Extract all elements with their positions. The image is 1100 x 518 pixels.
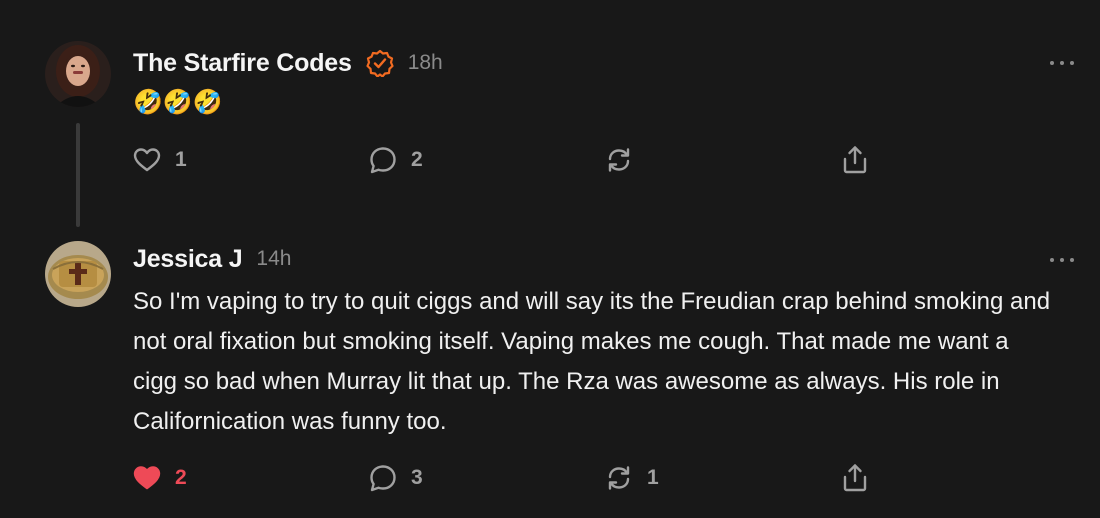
reply-count: 3 bbox=[411, 466, 423, 489]
verified-badge-icon bbox=[366, 49, 394, 78]
comment-header: The Starfire Codes 18h bbox=[133, 46, 443, 80]
share-button[interactable] bbox=[839, 462, 871, 494]
reply-button[interactable]: 2 bbox=[367, 144, 423, 176]
more-options-icon[interactable] bbox=[1050, 255, 1074, 265]
restack-button[interactable] bbox=[603, 144, 647, 176]
comment-actions: 1 2 bbox=[131, 144, 891, 176]
share-icon bbox=[843, 464, 867, 492]
comment-icon bbox=[370, 147, 396, 174]
avatar[interactable] bbox=[45, 41, 111, 107]
thread-line bbox=[76, 123, 80, 227]
like-count: 2 bbox=[175, 466, 187, 489]
restack-button[interactable]: 1 bbox=[603, 462, 659, 494]
comment: Jessica J 14h So I'm vaping to try to qu… bbox=[0, 230, 1100, 518]
like-button[interactable]: 2 bbox=[131, 462, 187, 494]
timestamp[interactable]: 18h bbox=[408, 51, 443, 75]
comment-text: So I'm vaping to try to quit ciggs and w… bbox=[133, 288, 1051, 435]
heart-icon bbox=[133, 466, 161, 490]
more-options-icon[interactable] bbox=[1050, 58, 1074, 68]
reply-count: 2 bbox=[411, 148, 423, 171]
comment: The Starfire Codes 18h 🤣🤣🤣 1 2 bbox=[0, 0, 1100, 230]
gold-cross-ring-icon bbox=[45, 241, 111, 307]
avatar[interactable] bbox=[45, 241, 111, 307]
restack-icon bbox=[608, 148, 630, 172]
reply-button[interactable]: 3 bbox=[367, 462, 423, 494]
restack-count: 1 bbox=[647, 466, 659, 489]
like-count: 1 bbox=[175, 148, 187, 171]
restack-icon bbox=[608, 466, 630, 490]
comments-thread: The Starfire Codes 18h 🤣🤣🤣 1 2 Jessica J… bbox=[0, 0, 1100, 518]
share-icon bbox=[843, 146, 867, 174]
comment-actions: 2 3 1 bbox=[131, 462, 891, 494]
comment-header: Jessica J 14h bbox=[133, 242, 291, 276]
woman-portrait-icon bbox=[45, 41, 111, 107]
comment-icon bbox=[370, 465, 396, 492]
author-name[interactable]: The Starfire Codes bbox=[133, 49, 352, 78]
author-name[interactable]: Jessica J bbox=[133, 245, 243, 274]
like-button[interactable]: 1 bbox=[131, 144, 187, 176]
heart-icon bbox=[133, 148, 161, 172]
share-button[interactable] bbox=[839, 144, 871, 176]
comment-text: 🤣🤣🤣 bbox=[133, 89, 223, 116]
timestamp[interactable]: 14h bbox=[256, 247, 291, 271]
